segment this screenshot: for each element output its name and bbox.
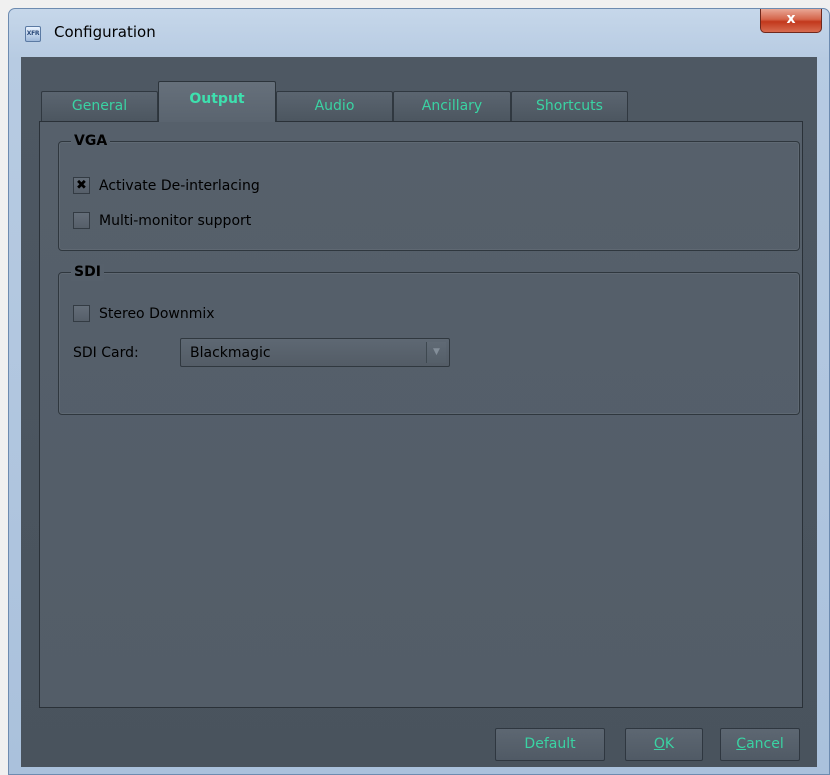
tab-ancillary[interactable]: Ancillary bbox=[393, 91, 511, 121]
stereo-downmix-label: Stereo Downmix bbox=[99, 306, 215, 322]
sdi-card-value: Blackmagic bbox=[190, 345, 271, 361]
sdi-card-label: SDI Card: bbox=[73, 345, 139, 361]
close-button[interactable]: x bbox=[760, 9, 822, 33]
sdi-group: SDI Stereo Downmix SDI Card: Blackmagic … bbox=[58, 264, 800, 415]
app-icon: XFR bbox=[25, 26, 41, 42]
configuration-window: XFR Configuration x General Output Audio… bbox=[8, 8, 830, 775]
cancel-mnemonic: C bbox=[736, 736, 747, 752]
sdi-group-title: SDI bbox=[71, 264, 104, 281]
vga-group-title: VGA bbox=[71, 133, 111, 150]
cancel-label-rest: ancel bbox=[746, 736, 784, 752]
chevron-down-icon[interactable]: ▼ bbox=[426, 342, 446, 363]
tab-audio[interactable]: Audio bbox=[276, 91, 393, 121]
x-mark-icon: ✖ bbox=[76, 178, 87, 193]
deinterlace-checkbox[interactable]: ✖ bbox=[73, 177, 90, 194]
stereo-downmix-checkbox[interactable] bbox=[73, 305, 90, 322]
tab-output[interactable]: Output bbox=[158, 81, 276, 122]
cancel-button[interactable]: Cancel bbox=[720, 728, 800, 761]
multimonitor-checkbox[interactable] bbox=[73, 212, 90, 229]
tab-general[interactable]: General bbox=[41, 91, 158, 121]
ok-mnemonic: O bbox=[653, 736, 665, 752]
ok-button[interactable]: OK bbox=[625, 728, 703, 761]
client-area: General Output Audio Ancillary Shortcuts… bbox=[21, 57, 817, 767]
output-tab-pane: VGA ✖ Activate De-interlacing Multi-moni… bbox=[39, 121, 803, 708]
sdi-card-select[interactable]: Blackmagic ▼ bbox=[180, 338, 450, 367]
ok-label-rest: K bbox=[664, 736, 675, 752]
default-button[interactable]: Default bbox=[495, 728, 605, 761]
close-icon: x bbox=[786, 11, 796, 27]
vga-group: VGA ✖ Activate De-interlacing Multi-moni… bbox=[58, 133, 800, 251]
window-title: Configuration bbox=[54, 23, 156, 41]
multimonitor-label: Multi-monitor support bbox=[99, 213, 252, 229]
deinterlace-label: Activate De-interlacing bbox=[99, 178, 260, 194]
tab-shortcuts[interactable]: Shortcuts bbox=[511, 91, 628, 121]
title-bar[interactable]: XFR Configuration x bbox=[9, 9, 829, 57]
